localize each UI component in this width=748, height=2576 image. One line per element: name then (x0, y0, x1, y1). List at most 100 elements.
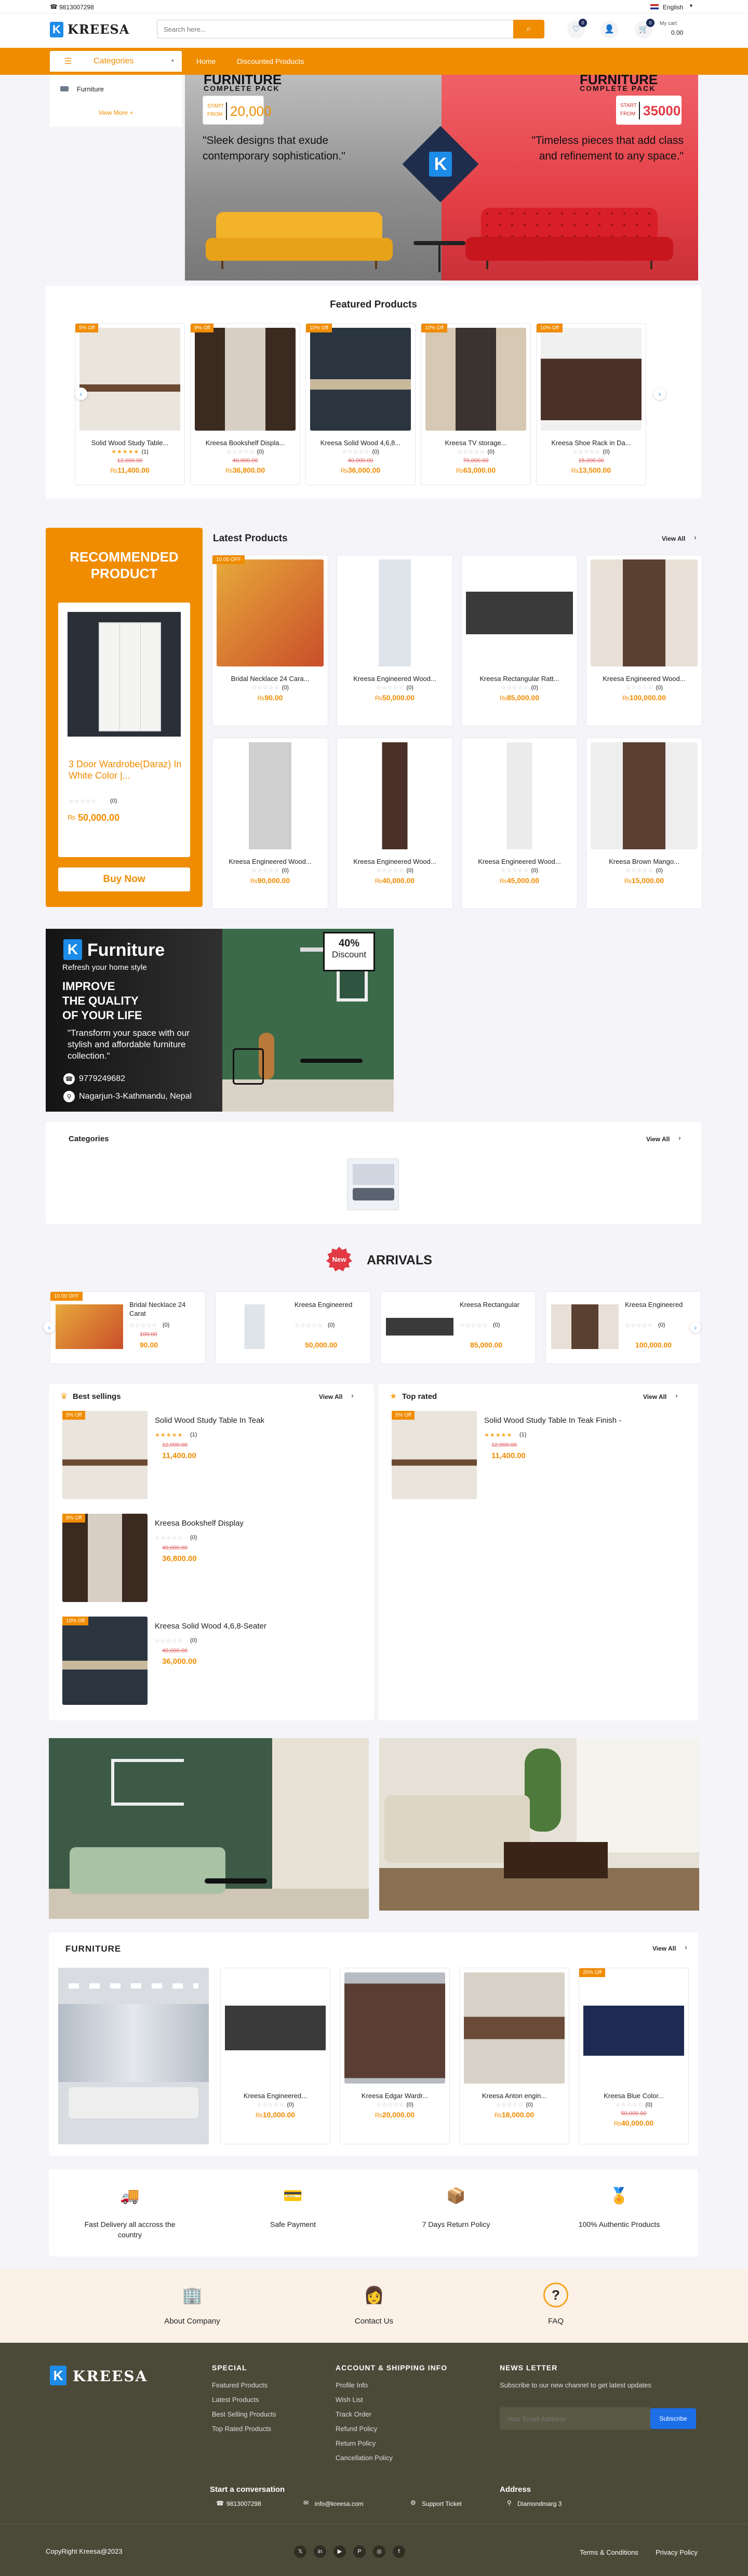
nav-discounted[interactable]: Discounted Products (237, 57, 304, 65)
product-card[interactable]: Kreesa Anton engin... ☆☆☆☆☆ (0) ₨18,000.00 (459, 1968, 569, 2144)
price-row: ₨40,000.00 (579, 2119, 688, 2127)
product-card[interactable]: Kreesa Rectangular Ratt... ☆☆☆☆☆ (0) ₨85,0… (461, 555, 578, 726)
footer-link[interactable]: Best Selling Products (212, 2410, 276, 2418)
footer-link[interactable]: Profile Info (336, 2381, 447, 2389)
product-name[interactable]: Solid Wood Study Table In Teak (155, 1416, 264, 1425)
product-name[interactable]: Kreesa Solid Wood 4,6,8-Seater (155, 1622, 266, 1631)
recommended-card[interactable]: 3 Door Wardrobe(Daraz) In White Color |.… (58, 603, 190, 857)
product-card[interactable]: Kreesa Engineered Wood... ☆☆☆☆☆ (0) ₨100,0… (586, 555, 702, 726)
product-image[interactable] (62, 1514, 148, 1602)
arrivals-next-button[interactable]: › (690, 1322, 701, 1333)
lounge-banner[interactable] (379, 1738, 699, 1911)
living-room-banner[interactable] (49, 1738, 369, 1919)
wishlist-button[interactable]: ♡ 0 (567, 19, 587, 38)
product-price: 85,000.00 (506, 693, 540, 702)
language-select[interactable]: English (663, 4, 683, 11)
product-card[interactable]: 10.00 OFF Bridal Necklace 24 Cara... ☆☆☆☆☆… (212, 555, 328, 726)
newsletter-email-input[interactable] (500, 2407, 650, 2430)
categories-view-all[interactable]: View All (646, 1136, 670, 1143)
product-card[interactable]: 20% Off Kreesa Blue Color... ☆☆☆☆☆ (0) 50,0… (579, 1968, 689, 2144)
furniture-feature-image[interactable] (58, 1968, 209, 2144)
footer-link[interactable]: Refund Policy (336, 2425, 447, 2433)
product-card[interactable]: 8% Off Kreesa Bookshelf Displa... ☆☆☆☆☆ (0… (190, 323, 300, 485)
product-card[interactable]: 10% Off Kreesa TV storage... ☆☆☆☆☆ (0) 70,0… (421, 323, 531, 485)
best-view-all[interactable]: View All (319, 1393, 342, 1400)
footer-link[interactable]: Cancellation Policy (336, 2454, 447, 2462)
product-name[interactable]: Solid Wood Study Table In Teak Finish - (484, 1416, 621, 1425)
subscribe-button[interactable]: Subscribe (650, 2408, 696, 2429)
arrival-card[interactable]: Kreesa Rectangular ☆☆☆☆☆ (0) 85,000.00 (380, 1291, 536, 1364)
product-image[interactable] (62, 1617, 148, 1705)
product-card[interactable]: Kreesa Brown Mango... ☆☆☆☆☆ (0) ₨15,000.00 (586, 738, 702, 909)
promo-banner[interactable]: 40% Discount K Furniture Refresh your ho… (46, 929, 394, 1112)
chevron-right-icon: › (694, 533, 697, 541)
search-button[interactable]: ⌕ (513, 20, 544, 38)
footer-logo[interactable]: KREESA (73, 2368, 148, 2385)
footer-privacy[interactable]: Privacy Policy (656, 2548, 698, 2556)
rating-stars: ★★★★★ (155, 1432, 183, 1438)
question-icon: ? (543, 2283, 568, 2307)
product-card[interactable]: Kreesa Engineered Wood... ☆☆☆☆☆ (0) ₨90,00… (212, 738, 328, 909)
youtube-icon[interactable]: ▶ (333, 2545, 346, 2558)
categories-dropdown[interactable]: ☰ Categories ▼ (50, 51, 182, 72)
facebook-icon[interactable]: f (393, 2545, 405, 2558)
nav-home[interactable]: Home (196, 57, 216, 65)
info-link[interactable]: Contact Us (322, 2317, 426, 2326)
product-card[interactable]: 5% Off Solid Wood Study Table... ★★★★★ (1)… (75, 323, 185, 485)
product-card[interactable]: 10% Off Kreesa Solid Wood 4,6,8... ☆☆☆☆☆ (… (305, 323, 416, 485)
footer-link[interactable]: Return Policy (336, 2439, 447, 2447)
price-row: ₨15,000.00 (586, 876, 702, 885)
info-link[interactable]: FAQ (504, 2317, 608, 2326)
carousel-prev-button[interactable]: ‹ (75, 388, 87, 400)
footer-address: Diamondmarg 3 (517, 2500, 562, 2507)
info-link[interactable]: About Company (140, 2317, 244, 2326)
currency-icon: ₨ (257, 695, 265, 702)
footer-link[interactable]: Track Order (336, 2410, 447, 2418)
product-name[interactable]: Kreesa Bookshelf Display (155, 1519, 244, 1528)
carousel-next-button[interactable]: › (653, 388, 666, 400)
product-card[interactable]: Kreesa Engineered Wood... ☆☆☆☆☆ (0) ₨40,00… (337, 738, 453, 909)
footer-link[interactable]: Latest Products (212, 2396, 276, 2404)
category-tile-furniture[interactable] (347, 1158, 399, 1210)
search-input[interactable] (157, 20, 513, 38)
product-card[interactable]: Kreesa Edgar Wardr... ☆☆☆☆☆ (0) ₨20,000.00 (340, 1968, 450, 2144)
footer-link[interactable]: Wish List (336, 2396, 447, 2404)
rating-stars: ☆☆☆☆☆ (457, 449, 488, 455)
footer-terms[interactable]: Terms & Conditions (580, 2548, 638, 2556)
discount-tag: 40% Discount (323, 932, 375, 971)
furniture-view-all[interactable]: View All (652, 1945, 676, 1952)
pinterest-icon[interactable]: P (353, 2545, 366, 2558)
footer-phone[interactable]: 9813007298 (226, 2500, 261, 2507)
product-card[interactable]: Kreesa Engineered Wood... ☆☆☆☆☆ (0) ₨45,00… (461, 738, 578, 909)
room-window (353, 1164, 394, 1185)
product-image[interactable] (62, 1411, 148, 1499)
product-card[interactable]: Kreesa Engineered Wood... ☆☆☆☆☆ (0) ₨50,00… (337, 555, 453, 726)
side-table-image (413, 241, 465, 272)
toprated-view-all[interactable]: View All (643, 1393, 666, 1400)
chevron-right-icon: › (675, 1391, 678, 1399)
arrival-card[interactable]: Kreesa Engineered ☆☆☆☆☆ (0) 50,000.00 (215, 1291, 371, 1364)
buy-now-button[interactable]: Buy Now (58, 867, 190, 891)
cart-button[interactable]: 🛒 0 (635, 19, 654, 38)
arrival-card[interactable]: 10.00 OFF Bridal Necklace 24 Carat ☆☆☆☆☆ (0… (50, 1291, 206, 1364)
account-button[interactable]: 👤 (600, 21, 618, 38)
footer-support[interactable]: Support Ticket (422, 2500, 462, 2507)
product-image[interactable] (392, 1411, 477, 1499)
twitter-icon[interactable]: 𝕏 (294, 2545, 306, 2558)
category-item-furniture[interactable]: Furniture (60, 85, 175, 96)
view-more-link[interactable]: View More + (50, 109, 182, 116)
product-card[interactable]: Kreesa Engineered... ☆☆☆☆☆ (0) ₨10,000.00 (220, 1968, 330, 2144)
rating-stars: ☆☆☆☆☆ (129, 1323, 158, 1329)
arrivals-prev-button[interactable]: ‹ (44, 1322, 55, 1333)
footer-link[interactable]: Top Rated Products (212, 2425, 276, 2433)
footer-email[interactable]: info@kreesa.com (315, 2500, 364, 2507)
instagram-icon[interactable]: ◎ (373, 2545, 385, 2558)
linkedin-icon[interactable]: in (314, 2545, 326, 2558)
product-card[interactable]: 10% Off Kreesa Shoe Rack in Da... ☆☆☆☆☆ (0… (536, 323, 646, 485)
sofa-seat (465, 237, 673, 261)
footer-link[interactable]: Featured Products (212, 2381, 276, 2389)
hero-banner[interactable]: FURNITURE COMPLETE PACK START FROM 20,00… (185, 75, 698, 281)
arrival-card[interactable]: Kreesa Engineered ☆☆☆☆☆ (0) 100,000.00 (545, 1291, 701, 1364)
product-name: Kreesa Engineered... (243, 2092, 308, 2100)
latest-view-all[interactable]: View All (662, 535, 685, 542)
